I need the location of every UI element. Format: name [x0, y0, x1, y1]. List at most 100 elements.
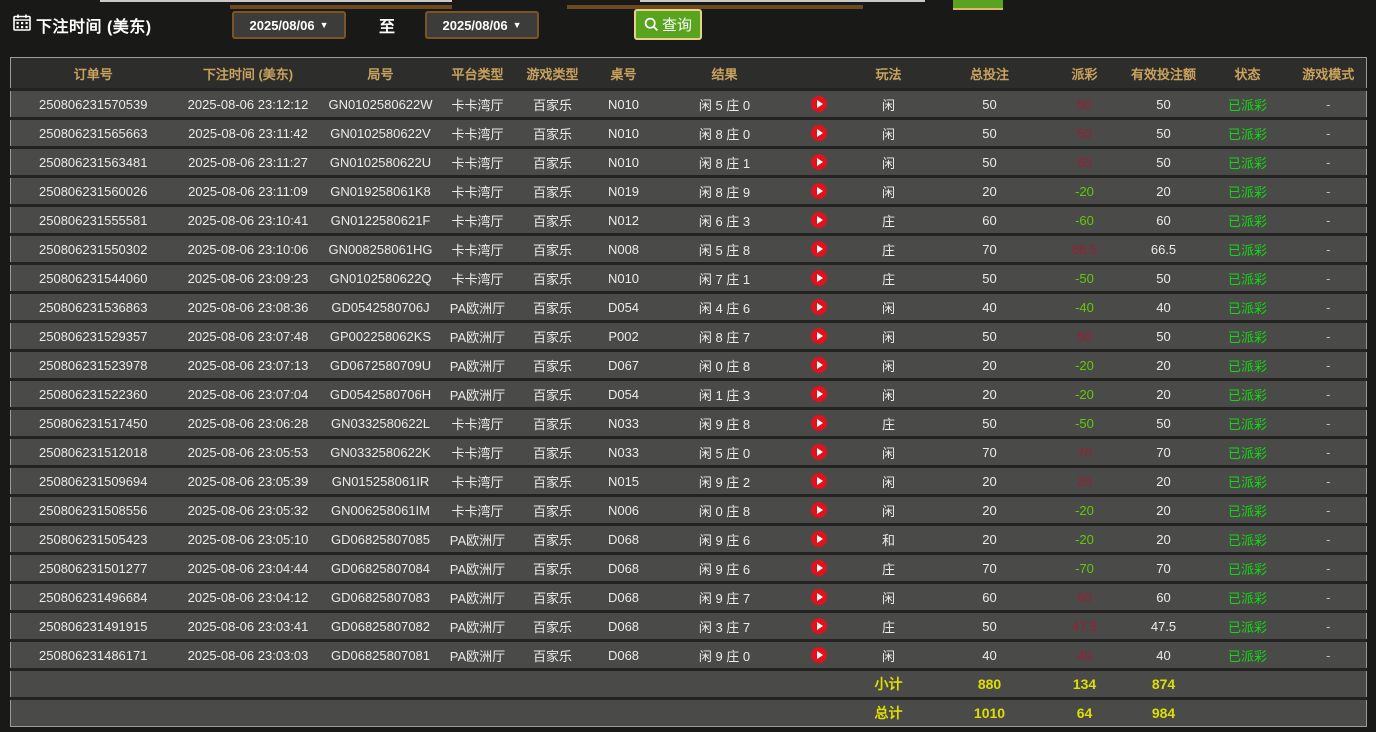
cell-valid-bet: 50 — [1123, 90, 1205, 119]
cell-game-mode: - — [1291, 293, 1367, 322]
cell-bet-time: 2025-08-06 23:11:42 — [176, 119, 321, 148]
total-row-label: 总计 — [845, 699, 933, 727]
play-video-icon[interactable] — [811, 386, 827, 402]
cell-total-bet: 40 — [933, 641, 1047, 670]
cell-platform: PA欧洲厅 — [441, 380, 515, 409]
cell-platform: PA欧洲厅 — [441, 583, 515, 612]
subtotal-row-empty-cell — [591, 670, 657, 699]
cell-platform: PA欧洲厅 — [441, 554, 515, 583]
play-video-icon[interactable] — [811, 502, 827, 518]
cell-video — [793, 264, 845, 293]
cell-result: 闲 5 庄 0 — [657, 90, 793, 119]
table-row: 2508062315293572025-08-06 23:07:48GP0022… — [11, 322, 1367, 351]
cell-round: GN006258061IM — [321, 496, 441, 525]
cell-game-mode: - — [1291, 641, 1367, 670]
cell-order: 250806231486171 — [11, 641, 176, 670]
cell-order: 250806231523978 — [11, 351, 176, 380]
cell-payout: 20 — [1047, 467, 1123, 496]
cell-play-type: 闲 — [845, 467, 933, 496]
play-video-icon[interactable] — [811, 618, 827, 634]
total-row-payout: 64 — [1047, 699, 1123, 727]
cell-result: 闲 9 庄 6 — [657, 554, 793, 583]
subtotal-row-total-bet: 880 — [933, 670, 1047, 699]
cell-bet-time: 2025-08-06 23:04:12 — [176, 583, 321, 612]
play-video-icon[interactable] — [811, 183, 827, 199]
play-video-icon[interactable] — [811, 473, 827, 489]
cell-platform: 卡卡湾厅 — [441, 206, 515, 235]
cell-order: 250806231550302 — [11, 235, 176, 264]
cell-platform: 卡卡湾厅 — [441, 467, 515, 496]
play-video-icon[interactable] — [811, 270, 827, 286]
cell-valid-bet: 47.5 — [1123, 612, 1205, 641]
total-row-empty-cell — [441, 699, 515, 727]
cell-game-type: 百家乐 — [515, 554, 591, 583]
cell-game-type: 百家乐 — [515, 351, 591, 380]
cell-round: GD0672580709U — [321, 351, 441, 380]
play-video-icon[interactable] — [811, 647, 827, 663]
play-video-icon[interactable] — [811, 241, 827, 257]
cell-platform: PA欧洲厅 — [441, 641, 515, 670]
cell-game-mode: - — [1291, 322, 1367, 351]
bet-time-label: 下注时间 (美东) — [36, 13, 152, 37]
cell-result: 闲 0 庄 8 — [657, 496, 793, 525]
cell-video — [793, 438, 845, 467]
cell-game-type: 百家乐 — [515, 583, 591, 612]
play-video-icon[interactable] — [811, 125, 827, 141]
play-video-icon[interactable] — [811, 212, 827, 228]
cell-valid-bet: 20 — [1123, 467, 1205, 496]
cell-payout: 50 — [1047, 90, 1123, 119]
table-row: 2508062315656632025-08-06 23:11:42GN0102… — [11, 119, 1367, 148]
table-row: 2508062314966842025-08-06 23:04:12GD0682… — [11, 583, 1367, 612]
cell-order: 250806231555581 — [11, 206, 176, 235]
cell-status: 已派彩 — [1205, 467, 1291, 496]
play-video-icon[interactable] — [811, 299, 827, 315]
cell-table-no: D068 — [591, 554, 657, 583]
cell-payout: 50 — [1047, 322, 1123, 351]
cell-table-no: N010 — [591, 119, 657, 148]
table-header-row: 订单号下注时间 (美东)局号平台类型游戏类型桌号结果玩法总投注派彩有效投注额状态… — [11, 58, 1367, 90]
play-video-icon[interactable] — [811, 154, 827, 170]
cell-result: 闲 4 庄 6 — [657, 293, 793, 322]
subtotal-row-empty-cell — [441, 670, 515, 699]
subtotal-row-empty-cell — [657, 670, 793, 699]
play-video-icon[interactable] — [811, 96, 827, 112]
cell-video — [793, 322, 845, 351]
cell-play-type: 庄 — [845, 235, 933, 264]
cell-platform: 卡卡湾厅 — [441, 264, 515, 293]
cell-table-no: N012 — [591, 206, 657, 235]
play-video-icon[interactable] — [811, 444, 827, 460]
play-video-icon[interactable] — [811, 415, 827, 431]
col-header-play-type: 玩法 — [845, 58, 933, 90]
cell-game-type: 百家乐 — [515, 496, 591, 525]
play-video-icon[interactable] — [811, 531, 827, 547]
cell-valid-bet: 20 — [1123, 351, 1205, 380]
cell-status: 已派彩 — [1205, 148, 1291, 177]
cell-game-mode: - — [1291, 496, 1367, 525]
col-header-payout: 派彩 — [1047, 58, 1123, 90]
search-button[interactable]: 查询 — [634, 9, 702, 40]
cell-order: 250806231522360 — [11, 380, 176, 409]
cell-bet-time: 2025-08-06 23:08:36 — [176, 293, 321, 322]
cell-game-type: 百家乐 — [515, 90, 591, 119]
cell-platform: 卡卡湾厅 — [441, 148, 515, 177]
play-video-icon[interactable] — [811, 560, 827, 576]
date-to-select[interactable]: 2025/08/06 ▼ — [425, 11, 539, 39]
cell-status: 已派彩 — [1205, 496, 1291, 525]
date-from-value: 2025/08/06 — [250, 18, 315, 33]
cell-result: 闲 5 庄 8 — [657, 235, 793, 264]
play-video-icon[interactable] — [811, 328, 827, 344]
date-from-select[interactable]: 2025/08/06 ▼ — [232, 11, 346, 39]
calendar-icon — [13, 14, 31, 31]
play-video-icon[interactable] — [811, 589, 827, 605]
cell-result: 闲 9 庄 8 — [657, 409, 793, 438]
cell-video — [793, 293, 845, 322]
cell-total-bet: 70 — [933, 438, 1047, 467]
cell-order: 250806231517450 — [11, 409, 176, 438]
cell-order: 250806231512018 — [11, 438, 176, 467]
cell-platform: 卡卡湾厅 — [441, 119, 515, 148]
cell-video — [793, 496, 845, 525]
play-video-icon[interactable] — [811, 357, 827, 373]
cell-status: 已派彩 — [1205, 119, 1291, 148]
cell-valid-bet: 70 — [1123, 554, 1205, 583]
cell-game-mode: - — [1291, 467, 1367, 496]
